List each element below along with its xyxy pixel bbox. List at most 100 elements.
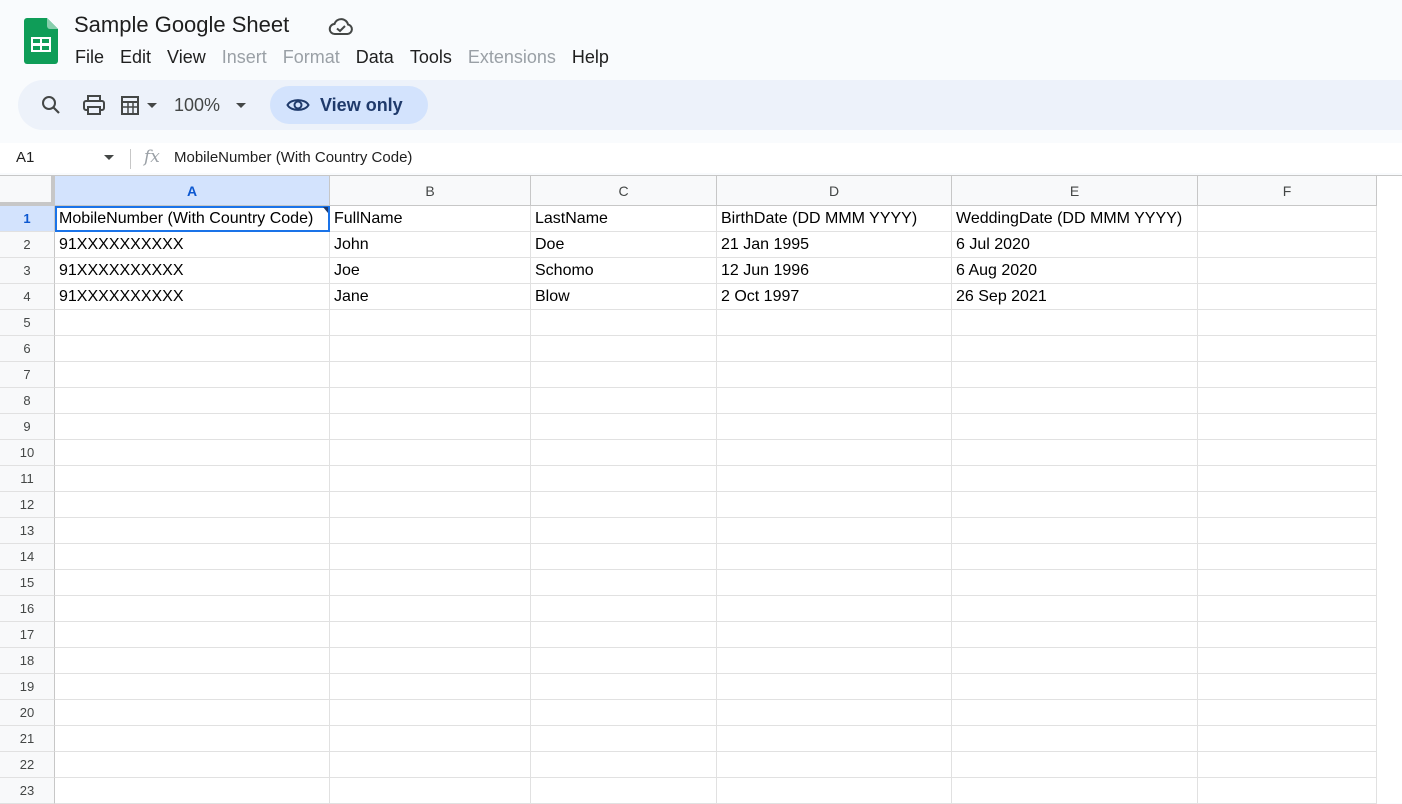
- cell-e14[interactable]: [952, 544, 1198, 570]
- cell-b12[interactable]: [330, 492, 531, 518]
- cell-d9[interactable]: [717, 414, 952, 440]
- cell-b22[interactable]: [330, 752, 531, 778]
- row-header-11[interactable]: 11: [0, 466, 55, 492]
- menu-tools[interactable]: Tools: [402, 44, 460, 70]
- cell-f10[interactable]: [1198, 440, 1377, 466]
- row-header-10[interactable]: 10: [0, 440, 55, 466]
- cell-b14[interactable]: [330, 544, 531, 570]
- cell-f13[interactable]: [1198, 518, 1377, 544]
- chevron-down-icon[interactable]: [104, 155, 114, 160]
- cell-d3[interactable]: 12 Jun 1996: [717, 258, 952, 284]
- cell-c9[interactable]: [531, 414, 717, 440]
- cell-f20[interactable]: [1198, 700, 1377, 726]
- cell-c12[interactable]: [531, 492, 717, 518]
- cell-b1[interactable]: FullName: [330, 206, 531, 232]
- cell-d11[interactable]: [717, 466, 952, 492]
- column-header-e[interactable]: E: [952, 176, 1198, 206]
- format-dropdown-button[interactable]: [116, 80, 162, 130]
- cell-e20[interactable]: [952, 700, 1198, 726]
- cell-a12[interactable]: [55, 492, 330, 518]
- row-header-20[interactable]: 20: [0, 700, 55, 726]
- cell-f5[interactable]: [1198, 310, 1377, 336]
- cell-f19[interactable]: [1198, 674, 1377, 700]
- cell-c2[interactable]: Doe: [531, 232, 717, 258]
- column-header-a[interactable]: A: [55, 176, 330, 206]
- cell-f14[interactable]: [1198, 544, 1377, 570]
- row-header-21[interactable]: 21: [0, 726, 55, 752]
- cell-e6[interactable]: [952, 336, 1198, 362]
- cell-f11[interactable]: [1198, 466, 1377, 492]
- row-header-17[interactable]: 17: [0, 622, 55, 648]
- cell-f7[interactable]: [1198, 362, 1377, 388]
- cell-f16[interactable]: [1198, 596, 1377, 622]
- cell-c7[interactable]: [531, 362, 717, 388]
- row-header-23[interactable]: 23: [0, 778, 55, 804]
- cell-a19[interactable]: [55, 674, 330, 700]
- cell-a5[interactable]: [55, 310, 330, 336]
- cell-e23[interactable]: [952, 778, 1198, 804]
- cell-d20[interactable]: [717, 700, 952, 726]
- cell-b23[interactable]: [330, 778, 531, 804]
- cell-c18[interactable]: [531, 648, 717, 674]
- cell-e13[interactable]: [952, 518, 1198, 544]
- print-button[interactable]: [78, 80, 110, 130]
- row-header-13[interactable]: 13: [0, 518, 55, 544]
- cell-f17[interactable]: [1198, 622, 1377, 648]
- cloud-saved-icon[interactable]: [328, 16, 354, 38]
- cell-f15[interactable]: [1198, 570, 1377, 596]
- cell-e8[interactable]: [952, 388, 1198, 414]
- name-box[interactable]: A1: [16, 149, 34, 166]
- cell-c16[interactable]: [531, 596, 717, 622]
- cell-c1[interactable]: LastName: [531, 206, 717, 232]
- cell-d2[interactable]: 21 Jan 1995: [717, 232, 952, 258]
- cell-d15[interactable]: [717, 570, 952, 596]
- cell-a23[interactable]: [55, 778, 330, 804]
- cell-b20[interactable]: [330, 700, 531, 726]
- cell-a15[interactable]: [55, 570, 330, 596]
- column-header-f[interactable]: F: [1198, 176, 1377, 206]
- cell-a3[interactable]: 91XXXXXXXXXX: [55, 258, 330, 284]
- cell-d22[interactable]: [717, 752, 952, 778]
- cell-c19[interactable]: [531, 674, 717, 700]
- cell-e1[interactable]: WeddingDate (DD MMM YYYY): [952, 206, 1198, 232]
- menu-help[interactable]: Help: [564, 44, 617, 70]
- cell-a18[interactable]: [55, 648, 330, 674]
- cell-b9[interactable]: [330, 414, 531, 440]
- cell-d8[interactable]: [717, 388, 952, 414]
- cell-b13[interactable]: [330, 518, 531, 544]
- cell-a13[interactable]: [55, 518, 330, 544]
- cell-a11[interactable]: [55, 466, 330, 492]
- cell-d23[interactable]: [717, 778, 952, 804]
- cell-a1[interactable]: MobileNumber (With Country Code): [55, 206, 330, 232]
- cell-e21[interactable]: [952, 726, 1198, 752]
- cell-b21[interactable]: [330, 726, 531, 752]
- cell-f2[interactable]: [1198, 232, 1377, 258]
- cell-e3[interactable]: 6 Aug 2020: [952, 258, 1198, 284]
- cell-d5[interactable]: [717, 310, 952, 336]
- cell-e10[interactable]: [952, 440, 1198, 466]
- cell-a21[interactable]: [55, 726, 330, 752]
- cell-e7[interactable]: [952, 362, 1198, 388]
- row-header-7[interactable]: 7: [0, 362, 55, 388]
- cell-c10[interactable]: [531, 440, 717, 466]
- search-button[interactable]: [34, 80, 68, 130]
- cell-b6[interactable]: [330, 336, 531, 362]
- row-header-18[interactable]: 18: [0, 648, 55, 674]
- cell-e17[interactable]: [952, 622, 1198, 648]
- cell-a14[interactable]: [55, 544, 330, 570]
- cell-b2[interactable]: John: [330, 232, 531, 258]
- cell-d19[interactable]: [717, 674, 952, 700]
- cell-f22[interactable]: [1198, 752, 1377, 778]
- cell-d17[interactable]: [717, 622, 952, 648]
- cell-c14[interactable]: [531, 544, 717, 570]
- cell-c13[interactable]: [531, 518, 717, 544]
- column-header-d[interactable]: D: [717, 176, 952, 206]
- cell-d10[interactable]: [717, 440, 952, 466]
- cell-b18[interactable]: [330, 648, 531, 674]
- cell-e11[interactable]: [952, 466, 1198, 492]
- cell-b5[interactable]: [330, 310, 531, 336]
- column-header-b[interactable]: B: [330, 176, 531, 206]
- cell-c17[interactable]: [531, 622, 717, 648]
- cell-c4[interactable]: Blow: [531, 284, 717, 310]
- cell-c11[interactable]: [531, 466, 717, 492]
